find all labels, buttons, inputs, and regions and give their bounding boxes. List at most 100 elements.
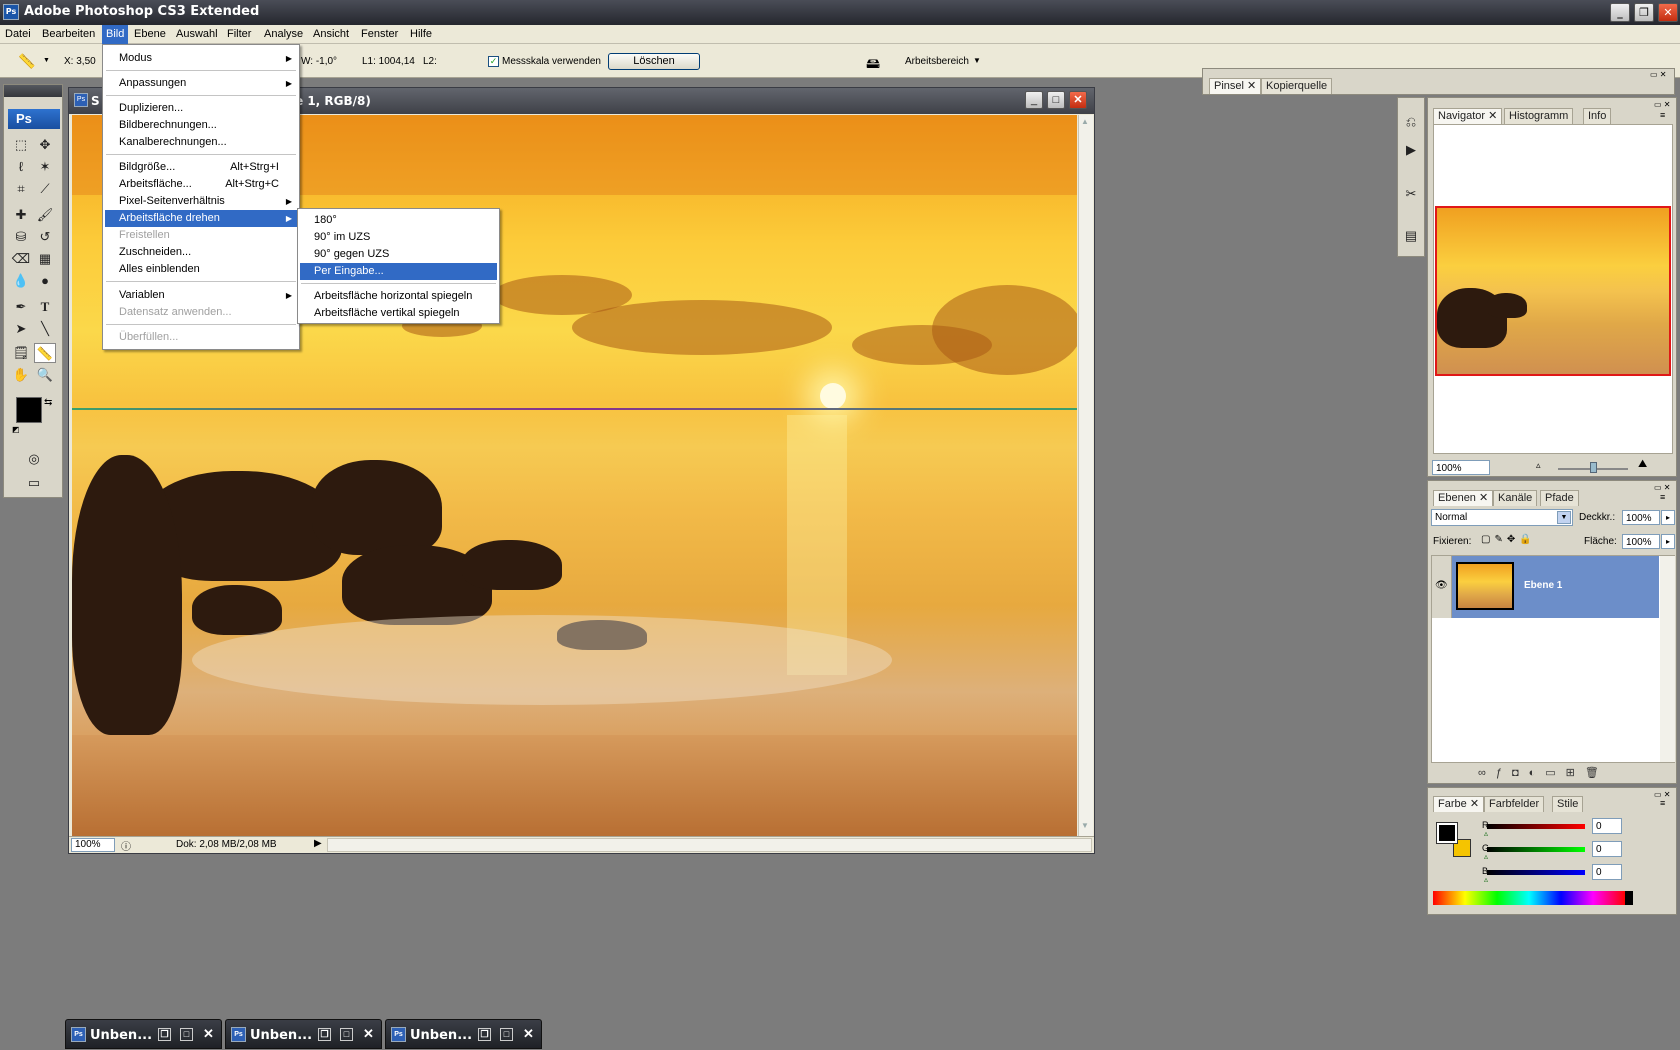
zoom-in-icon[interactable]: ⛰: [1638, 458, 1647, 471]
layer-thumbnail[interactable]: [1456, 562, 1514, 610]
menu-item-modus[interactable]: Modus ▶: [105, 50, 297, 67]
eye-icon[interactable]: 👁: [1435, 580, 1448, 591]
tab-navigator[interactable]: Navigator ✕: [1433, 108, 1503, 124]
path-selection-tool-icon[interactable]: ➤: [10, 319, 32, 339]
clone-stamp-tool-icon[interactable]: ⛁: [10, 227, 32, 247]
doc-minimize-icon[interactable]: _: [1025, 91, 1043, 109]
maximize-icon[interactable]: □: [500, 1028, 513, 1041]
menu-item-alles-einblenden[interactable]: Alles einblenden: [105, 261, 297, 278]
notes-tool-icon[interactable]: 🗒: [10, 343, 32, 363]
blend-mode-dropdown-icon[interactable]: ▼: [1557, 511, 1571, 524]
flaeche-field[interactable]: 100%: [1622, 534, 1660, 549]
status-info-icon[interactable]: ⓘ: [121, 838, 131, 853]
navigator-zoom-field[interactable]: 100%: [1432, 460, 1490, 475]
line-tool-icon[interactable]: ╲: [34, 319, 56, 339]
zoom-tool-icon[interactable]: 🔍: [34, 365, 56, 385]
arbeitsbereich-dropdown-icon[interactable]: ▼: [973, 56, 981, 65]
menu-item-zuschneiden[interactable]: Zuschneiden...: [105, 244, 297, 261]
b-slider[interactable]: [1487, 870, 1585, 875]
panel-menu-icon[interactable]: ≡: [1660, 798, 1665, 808]
restore-icon[interactable]: ❐: [1634, 3, 1654, 22]
menu-ansicht[interactable]: Ansicht: [309, 25, 353, 44]
maximize-icon[interactable]: □: [180, 1028, 193, 1041]
minimized-document-label[interactable]: Unben...: [250, 1028, 312, 1043]
menu-item-pixel-seitenverhaeltnis[interactable]: Pixel-Seitenverhältnis ▶: [105, 193, 297, 210]
tool-presets-panel-icon[interactable]: ✂: [1400, 184, 1422, 204]
eraser-tool-icon[interactable]: ⌫: [10, 249, 32, 269]
tab-close-icon[interactable]: ✕: [1470, 798, 1479, 810]
pen-tool-icon[interactable]: ✒: [10, 297, 32, 317]
tab-farbfelder[interactable]: Farbfelder: [1484, 796, 1545, 812]
menu-item-bildberechnungen[interactable]: Bildberechnungen...: [105, 117, 297, 134]
minimize-icon[interactable]: _: [1610, 3, 1630, 22]
doc-maximize-icon[interactable]: □: [1047, 91, 1065, 109]
close-icon[interactable]: ✕: [202, 1027, 215, 1041]
g-field[interactable]: 0: [1592, 841, 1622, 857]
close-icon[interactable]: ✕: [1658, 3, 1678, 22]
panel-menu-icon[interactable]: ≡: [1660, 110, 1665, 120]
menu-analyse[interactable]: Analyse: [260, 25, 307, 44]
screen-mode-icon[interactable]: ▭: [23, 473, 45, 493]
restore-icon[interactable]: ❐: [158, 1028, 171, 1041]
r-slider[interactable]: [1487, 824, 1585, 829]
layer-name[interactable]: Ebene 1: [1524, 580, 1562, 591]
status-menu-arrow-icon[interactable]: ▶: [314, 838, 322, 849]
menu-bearbeiten[interactable]: Bearbeiten: [38, 25, 99, 44]
menu-item-180[interactable]: 180°: [300, 212, 497, 229]
spectrum-black[interactable]: [1625, 891, 1633, 905]
menu-item-90-gegen-uzs[interactable]: 90° gegen UZS: [300, 246, 497, 263]
layers-scrollbar[interactable]: [1660, 556, 1675, 762]
minimized-document-1[interactable]: Ps Unben... ❐ □ ✕: [65, 1019, 222, 1049]
history-brush-tool-icon[interactable]: ↺: [34, 227, 56, 247]
layer-row[interactable]: 👁 Ebene 1: [1432, 556, 1659, 618]
menu-item-vertikal-spiegeln[interactable]: Arbeitsfläche vertikal spiegeln: [300, 305, 497, 322]
tab-ebenen[interactable]: Ebenen ✕: [1433, 490, 1494, 506]
navigator-thumbnail[interactable]: [1435, 206, 1671, 376]
deckkraft-slider-icon[interactable]: ▸: [1661, 510, 1675, 525]
farbe-foreground-swatch[interactable]: [1436, 822, 1458, 844]
tab-info[interactable]: Info: [1583, 108, 1612, 124]
type-tool-icon[interactable]: T: [34, 297, 56, 317]
hand-tool-icon[interactable]: ✋: [10, 365, 32, 385]
g-slider-thumb[interactable]: ▵: [1484, 852, 1488, 861]
close-icon[interactable]: ✕: [522, 1027, 535, 1041]
zoom-slider-thumb[interactable]: [1590, 462, 1597, 473]
menu-item-duplizieren[interactable]: Duplizieren...: [105, 100, 297, 117]
restore-icon[interactable]: ❐: [318, 1028, 331, 1041]
color-spectrum-bar[interactable]: [1433, 891, 1625, 905]
b-slider-thumb[interactable]: ▵: [1484, 875, 1488, 884]
horizontal-scrollbar[interactable]: [327, 838, 1092, 852]
menu-item-90-uzs[interactable]: 90° im UZS: [300, 229, 497, 246]
foreground-color-swatch[interactable]: [16, 397, 42, 423]
scroll-down-icon[interactable]: ▼: [1081, 821, 1089, 830]
menu-item-anpassungen[interactable]: Anpassungen ▶: [105, 75, 297, 92]
lasso-tool-icon[interactable]: ℓ: [10, 157, 32, 177]
panel-collapse-icon[interactable]: ▭ ✕: [1654, 483, 1670, 492]
g-slider[interactable]: [1487, 847, 1585, 852]
menu-item-variablen[interactable]: Variablen ▶: [105, 287, 297, 304]
tab-close-icon[interactable]: ✕: [1479, 492, 1488, 504]
panel-collapse-icon[interactable]: ▭ ✕: [1654, 100, 1670, 109]
scroll-up-icon[interactable]: ▲: [1081, 117, 1089, 126]
brush-tool-icon[interactable]: 🖌: [34, 205, 56, 225]
r-field[interactable]: 0: [1592, 818, 1622, 834]
actions-panel-icon[interactable]: ▶: [1400, 140, 1422, 160]
minimized-document-2[interactable]: Ps Unben... ❐ □ ✕: [225, 1019, 382, 1049]
menu-filter[interactable]: Filter: [223, 25, 255, 44]
menu-hilfe[interactable]: Hilfe: [406, 25, 436, 44]
flaeche-slider-icon[interactable]: ▸: [1661, 534, 1675, 549]
menu-item-horizontal-spiegeln[interactable]: Arbeitsfläche horizontal spiegeln: [300, 288, 497, 305]
blend-mode-select[interactable]: Normal: [1431, 509, 1573, 526]
layer-bottom-icons[interactable]: ∞ƒ◘◐▭⊞🗑: [1478, 766, 1609, 779]
ruler-tool-icon[interactable]: 📏: [18, 53, 35, 70]
menu-item-arbeitsflaeche-drehen[interactable]: Arbeitsfläche drehen ▶: [105, 210, 297, 227]
zoom-field[interactable]: 100%: [71, 838, 115, 852]
healing-brush-tool-icon[interactable]: ✚: [10, 205, 32, 225]
restore-icon[interactable]: ❐: [478, 1028, 491, 1041]
tab-pfade[interactable]: Pfade: [1540, 490, 1579, 506]
tool-preset-dropdown-icon[interactable]: ▼: [43, 57, 50, 64]
panel-collapse-icon[interactable]: ▭ ✕: [1650, 70, 1666, 79]
arbeitsbereich-button[interactable]: Arbeitsbereich: [905, 56, 969, 67]
maximize-icon[interactable]: □: [340, 1028, 353, 1041]
toolbox-grip[interactable]: [4, 85, 62, 97]
